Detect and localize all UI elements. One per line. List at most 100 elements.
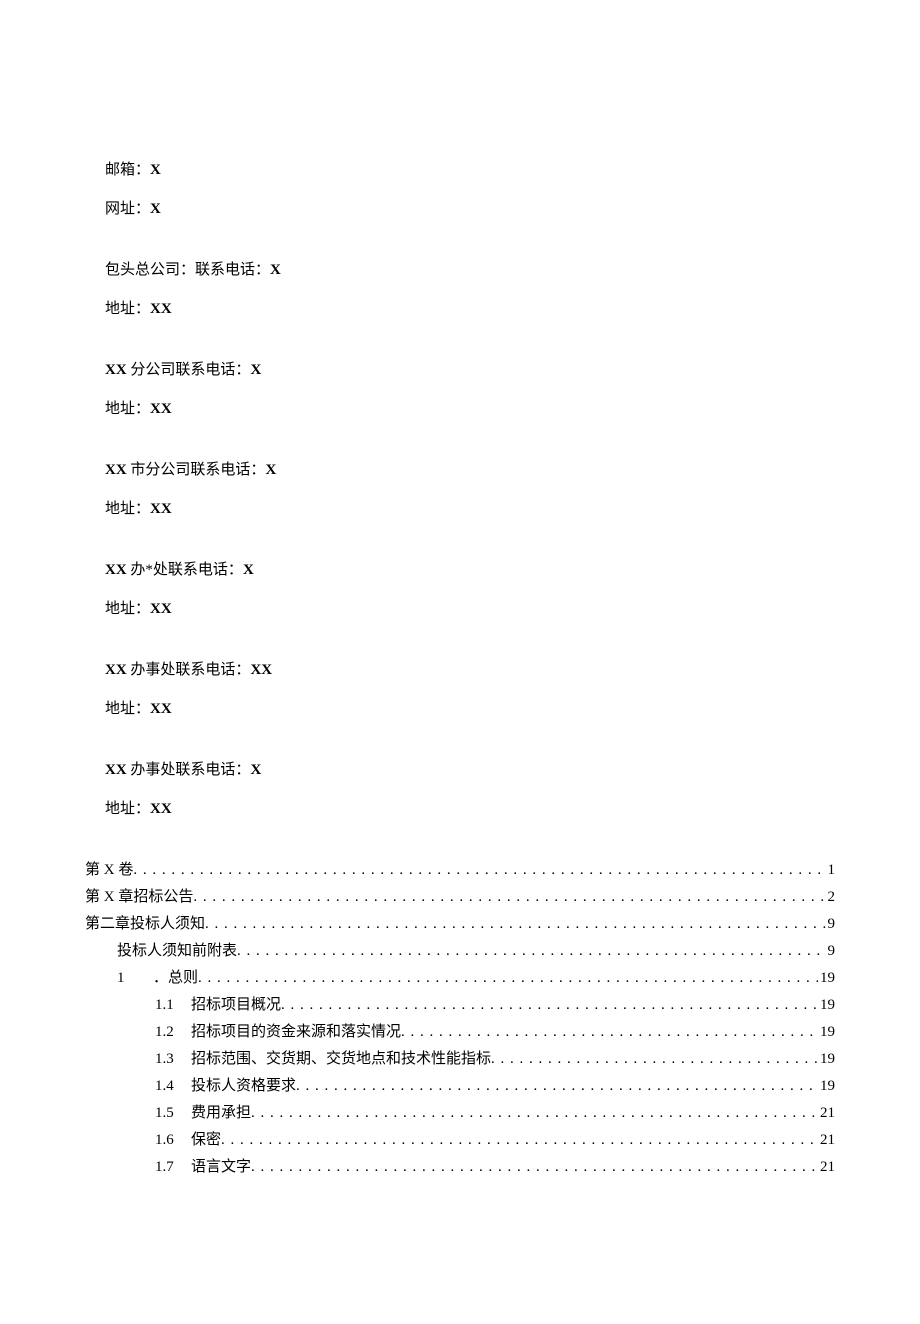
contact-group: XX 办事处联系电话：X地址：XX bbox=[85, 760, 835, 820]
toc-entry: 1.4 投标人资格要求. . . . . . . . . . . . . . . … bbox=[85, 1076, 835, 1097]
toc-entry: 1.2招标项目的资金来源和落实情况. . . . . . . . . . . .… bbox=[85, 1022, 835, 1043]
contact-prefix-bold: XX bbox=[105, 562, 127, 578]
toc-entry: 1.6保密. . . . . . . . . . . . . . . . . .… bbox=[85, 1130, 835, 1151]
toc-page-number: 19 bbox=[820, 1076, 835, 1097]
email-label: 邮箱： bbox=[105, 162, 150, 178]
address-value: XX bbox=[150, 801, 172, 817]
toc-page-number: 19 bbox=[820, 1049, 835, 1070]
toc-title: 费用承担 bbox=[191, 1103, 251, 1124]
contact-address-line: 地址：XX bbox=[85, 399, 835, 420]
toc-page-number: 21 bbox=[820, 1130, 835, 1151]
website-label: 网址： bbox=[105, 201, 150, 217]
toc-entry: 第 X 卷. . . . . . . . . . . . . . . . . .… bbox=[85, 860, 835, 881]
email-line: 邮箱：X bbox=[85, 160, 835, 181]
toc-entry: 1.1招标项目概况. . . . . . . . . . . . . . . .… bbox=[85, 995, 835, 1016]
contact-address-line: 地址：XX bbox=[85, 599, 835, 620]
contact-mid-label: 办事处联系电话： bbox=[127, 762, 251, 778]
contact-mid-label: 市分公司联系电话： bbox=[127, 462, 266, 478]
toc-title: 第二章投标人须知 bbox=[85, 914, 205, 935]
contact-address-line: 地址：XX bbox=[85, 699, 835, 720]
contact-mid-label: 办事处联系电话： bbox=[127, 662, 251, 678]
toc-leader-dots: . . . . . . . . . . . . . . . . . . . . … bbox=[237, 941, 825, 962]
toc-leader-dots: . . . . . . . . . . . . . . . . . . . . … bbox=[251, 1157, 818, 1178]
contact-phone-line: XX 办事处联系电话：X bbox=[85, 760, 835, 781]
toc-entry: 1.7语言文字. . . . . . . . . . . . . . . . .… bbox=[85, 1157, 835, 1178]
contact-prefix-bold: XX bbox=[105, 762, 127, 778]
address-value: XX bbox=[150, 601, 172, 617]
toc-page-number: 19 bbox=[820, 1022, 835, 1043]
toc-entry: 1.5 费用承担. . . . . . . . . . . . . . . . .… bbox=[85, 1103, 835, 1124]
toc-title: 招标项目概况 bbox=[191, 995, 281, 1016]
contact-group: XX 分公司联系电话：X地址：XX bbox=[85, 360, 835, 420]
toc-leader-dots: . . . . . . . . . . . . . . . . . . . . … bbox=[296, 1076, 818, 1097]
table-of-contents: 第 X 卷. . . . . . . . . . . . . . . . . .… bbox=[85, 860, 835, 1178]
contact-groups: 包头总公司：联系电话：X地址：XXXX 分公司联系电话：X地址：XXXX 市分公… bbox=[85, 260, 835, 820]
toc-number: 1.4 bbox=[155, 1076, 177, 1097]
address-label: 地址： bbox=[105, 501, 150, 517]
contact-phone-value: X bbox=[250, 362, 261, 378]
toc-leader-dots: . . . . . . . . . . . . . . . . . . . . … bbox=[205, 914, 825, 935]
toc-page-number: 21 bbox=[820, 1103, 835, 1124]
toc-entry: 第二章投标人须知. . . . . . . . . . . . . . . . … bbox=[85, 914, 835, 935]
contact-phone-line: XX 办*处联系电话：X bbox=[85, 560, 835, 581]
toc-title: 第 X 卷 bbox=[85, 860, 133, 881]
toc-number: 1.3 bbox=[155, 1049, 177, 1070]
contact-prefix-bold: XX bbox=[105, 462, 127, 478]
toc-number: 1.2 bbox=[155, 1022, 177, 1043]
toc-entry: 1.3 招标范围、交货期、交货地点和技术性能指标. . . . . . . . .… bbox=[85, 1049, 835, 1070]
contact-group: XX 办事处联系电话：XX地址：XX bbox=[85, 660, 835, 720]
contact-group: XX 办*处联系电话：X 地址：XX bbox=[85, 560, 835, 620]
toc-leader-dots: . . . . . . . . . . . . . . . . . . . . … bbox=[133, 860, 825, 881]
toc-entry: 投标人须知前附表. . . . . . . . . . . . . . . . … bbox=[85, 941, 835, 962]
toc-title: 第 X 章招标公告 bbox=[85, 887, 193, 908]
contact-phone-value: XX bbox=[250, 662, 272, 678]
address-label: 地址： bbox=[105, 701, 150, 717]
website-line: 网址：X bbox=[85, 199, 835, 220]
website-value: X bbox=[150, 201, 161, 217]
contact-top: 邮箱：X 网址：X bbox=[85, 160, 835, 220]
address-value: XX bbox=[150, 401, 172, 417]
toc-number: 1.5 bbox=[155, 1103, 177, 1124]
toc-number: 1.7 bbox=[155, 1157, 177, 1178]
contact-address-line: 地址：XX bbox=[85, 799, 835, 820]
address-value: XX bbox=[150, 501, 172, 517]
toc-entry: 第 X 章招标公告. . . . . . . . . . . . . . . .… bbox=[85, 887, 835, 908]
toc-title: 投标人资格要求 bbox=[191, 1076, 296, 1097]
contact-mid-label: 分公司联系电话： bbox=[127, 362, 251, 378]
toc-page-number: 19 bbox=[820, 995, 835, 1016]
contact-phone-line: XX 分公司联系电话：X bbox=[85, 360, 835, 381]
contact-group: 包头总公司：联系电话：X 地址：XX bbox=[85, 260, 835, 320]
email-value: X bbox=[150, 162, 161, 178]
toc-number: 1.1 bbox=[155, 995, 177, 1016]
toc-leader-dots: . . . . . . . . . . . . . . . . . . . . … bbox=[251, 1103, 818, 1124]
contact-phone-value: X bbox=[270, 262, 281, 278]
toc-page-number: 19 bbox=[820, 968, 835, 989]
toc-page-number: 1 bbox=[828, 860, 836, 881]
contact-prefix-bold: XX bbox=[105, 362, 127, 378]
toc-number: 1.6 bbox=[155, 1130, 177, 1151]
toc-title: ．总则 bbox=[153, 968, 198, 989]
toc-page-number: 9 bbox=[828, 941, 836, 962]
toc-title: 投标人须知前附表 bbox=[117, 941, 237, 962]
toc-page-number: 9 bbox=[828, 914, 836, 935]
address-label: 地址： bbox=[105, 301, 150, 317]
contact-address-line: 地址：XX bbox=[85, 499, 835, 520]
contact-phone-value: X bbox=[265, 462, 276, 478]
toc-page-number: 2 bbox=[828, 887, 836, 908]
contact-mid-label: 办*处联系电话： bbox=[127, 562, 243, 578]
toc-leader-dots: . . . . . . . . . . . . . . . . . . . . … bbox=[193, 887, 825, 908]
contact-phone-line: 包头总公司：联系电话：X bbox=[85, 260, 835, 281]
contact-address-line: 地址：XX bbox=[85, 299, 835, 320]
toc-leader-dots: . . . . . . . . . . . . . . . . . . . . … bbox=[221, 1130, 818, 1151]
address-value: XX bbox=[150, 701, 172, 717]
toc-page-number: 21 bbox=[820, 1157, 835, 1178]
contact-group: XX 市分公司联系电话：X地址：XX bbox=[85, 460, 835, 520]
toc-title: 招标范围、交货期、交货地点和技术性能指标 bbox=[191, 1049, 491, 1070]
contact-prefix: 包头总公司：联系电话： bbox=[105, 262, 270, 278]
contact-phone-value: X bbox=[250, 762, 261, 778]
toc-leader-dots: . . . . . . . . . . . . . . . . . . . . … bbox=[198, 968, 818, 989]
contact-phone-line: XX 办事处联系电话：XX bbox=[85, 660, 835, 681]
address-label: 地址： bbox=[105, 401, 150, 417]
address-label: 地址： bbox=[105, 801, 150, 817]
toc-leader-dots: . . . . . . . . . . . . . . . . . . . . … bbox=[491, 1049, 818, 1070]
